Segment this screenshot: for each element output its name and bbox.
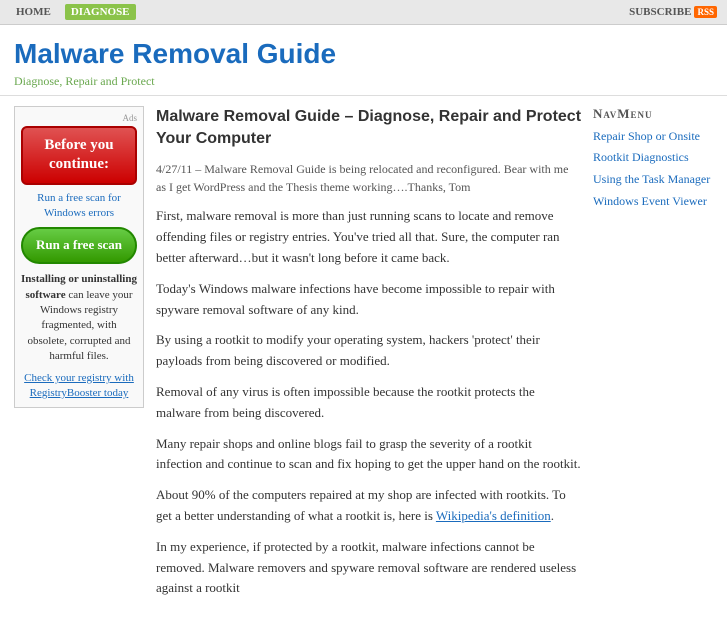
left-sidebar: Ads Before you continue: Run a free scan… — [14, 106, 144, 610]
article-paragraph-3: By using a rootkit to modify your operat… — [156, 330, 581, 372]
main-layout: Ads Before you continue: Run a free scan… — [0, 96, 727, 619]
wikipedia-link[interactable]: Wikipedia's definition — [436, 508, 551, 523]
nav-item-eventviewer[interactable]: Windows Event Viewer — [593, 193, 713, 210]
check-registry-link[interactable]: Check your registry with RegistryBooster… — [21, 371, 137, 402]
article-paragraph-4: Removal of any virus is often impossible… — [156, 382, 581, 424]
main-content: Malware Removal Guide – Diagnose, Repair… — [156, 106, 581, 610]
ad-box: Ads Before you continue: Run a free scan… — [14, 106, 144, 409]
site-subtitle: Diagnose, Repair and Protect — [14, 74, 713, 89]
article-paragraph-5: Many repair shops and online blogs fail … — [156, 434, 581, 476]
ad-description-text: Installing or uninstalling software can … — [21, 273, 137, 362]
article-date: 4/27/11 – Malware Removal Guide is being… — [156, 160, 581, 196]
rss-icon: RSS — [694, 6, 717, 18]
run-scan-button[interactable]: Run a free scan — [21, 227, 137, 264]
nav-home[interactable]: HOME — [10, 4, 57, 20]
before-continue-button[interactable]: Before you continue: — [21, 126, 137, 185]
article-paragraph-6: About 90% of the computers repaired at m… — [156, 485, 581, 527]
run-free-text: Run a free scan for Windows errors — [21, 191, 137, 222]
nav-item-taskmanager[interactable]: Using the Task Manager — [593, 171, 713, 188]
article-body: First, malware removal is more than just… — [156, 206, 581, 599]
right-sidebar: NavMenu Repair Shop or Onsite Rootkit Di… — [593, 106, 713, 610]
nav-subscribe-area: SUBSCRIBE RSS — [629, 6, 717, 18]
site-title: Malware Removal Guide — [14, 37, 713, 71]
article-paragraph-2: Today's Windows malware infections have … — [156, 279, 581, 321]
nav-item-repair[interactable]: Repair Shop or Onsite — [593, 128, 713, 145]
article-paragraph-1: First, malware removal is more than just… — [156, 206, 581, 268]
nav-item-rootkit[interactable]: Rootkit Diagnostics — [593, 149, 713, 166]
site-header: Malware Removal Guide Diagnose, Repair a… — [0, 25, 727, 96]
nav-diagnose[interactable]: DIAGNOSE — [65, 4, 136, 20]
subscribe-label[interactable]: SUBSCRIBE — [629, 6, 691, 18]
top-navigation: HOME DIAGNOSE SUBSCRIBE RSS — [0, 0, 727, 25]
nav-menu-title: NavMenu — [593, 106, 713, 122]
article-title: Malware Removal Guide – Diagnose, Repair… — [156, 106, 581, 151]
ad-description: Installing or uninstalling software can … — [21, 272, 137, 364]
article-paragraph-7: In my experience, if protected by a root… — [156, 537, 581, 599]
ad-label: Ads — [21, 113, 137, 123]
